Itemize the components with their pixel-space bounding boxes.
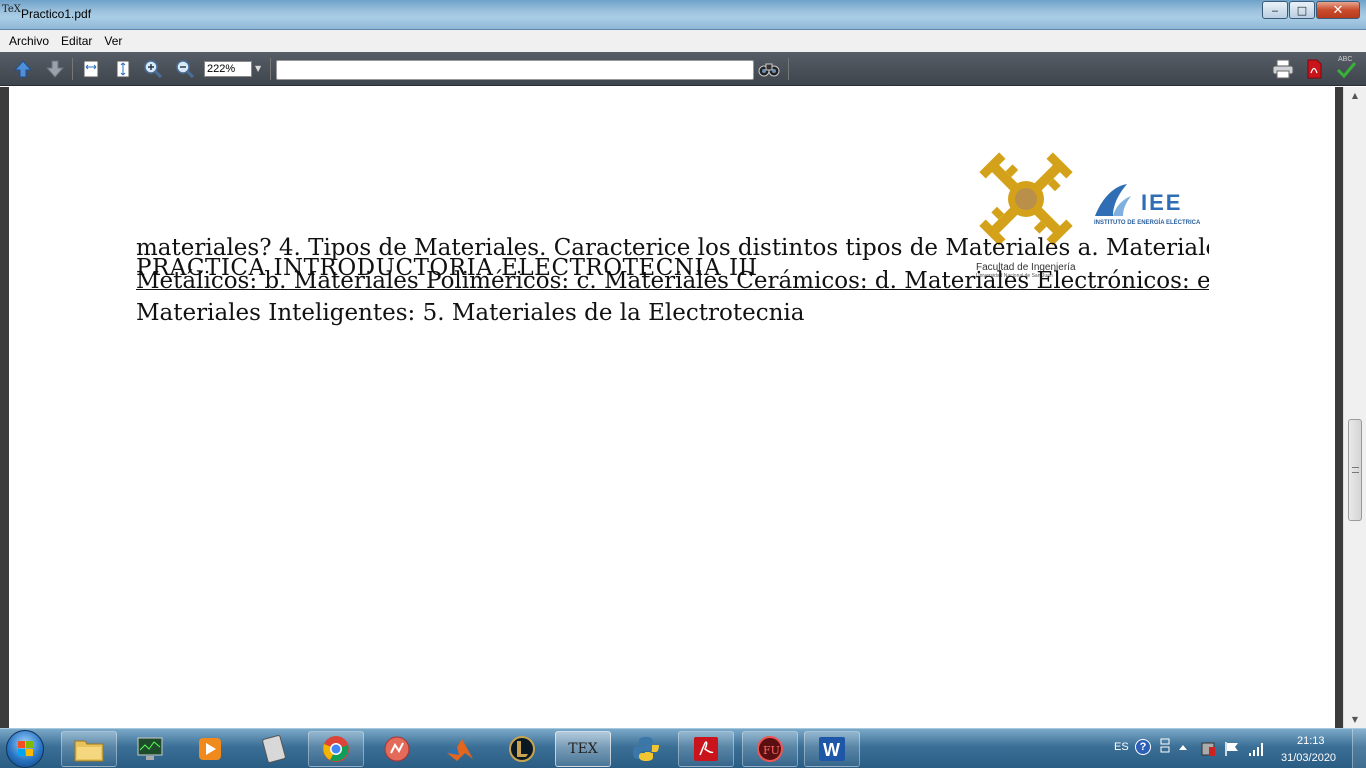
action-center-flag-icon[interactable] (1224, 741, 1240, 757)
network-signal-icon[interactable] (1248, 741, 1264, 757)
start-button[interactable] (6, 730, 44, 768)
toolbar-separator (270, 58, 271, 80)
document-text-line-2: Metálicos: b. Materiales Poliméricos: c.… (136, 268, 1209, 294)
pdf-toolbar: 222% ▼ ABC (0, 52, 1366, 86)
word-icon: W (819, 737, 845, 761)
windows-taskbar: TEX FU W ES ? 21:13 31/03/2020 (0, 728, 1366, 769)
print-icon[interactable] (1272, 59, 1294, 79)
taskbar-league-of-legends[interactable] (494, 731, 550, 767)
taskbar-acrobat[interactable] (678, 731, 734, 767)
show-hidden-icons-icon[interactable] (1178, 743, 1188, 751)
texworks-icon: TEX (568, 741, 598, 757)
taskbar-texworks[interactable]: TEX (555, 731, 611, 767)
language-indicator[interactable]: ES (1114, 741, 1129, 753)
toolbar-separator (72, 58, 73, 80)
minimize-button[interactable]: ‒ (1262, 1, 1288, 19)
menu-ver[interactable]: Ver (98, 34, 128, 48)
taskbar-media-player[interactable] (182, 731, 238, 767)
spellcheck-label: ABC (1338, 56, 1353, 63)
app-round-icon: FU (757, 736, 783, 762)
zoom-level-field[interactable]: 222% (204, 61, 252, 77)
scrollbar-thumb[interactable] (1348, 419, 1362, 521)
folder-icon (74, 740, 104, 762)
help-icon[interactable]: ? (1135, 739, 1151, 755)
texworks-app-icon: TeX (2, 4, 21, 15)
scroll-up-icon[interactable]: ▲ (1344, 87, 1366, 104)
viewport-left-border (0, 87, 9, 728)
close-button[interactable]: ✕ (1316, 1, 1360, 19)
search-input[interactable] (276, 60, 754, 80)
language-settings-icon[interactable] (1159, 737, 1171, 757)
heading-underline-rule (136, 289, 1209, 290)
zoom-out-icon[interactable] (175, 59, 195, 79)
taskbar-app-red-round[interactable] (369, 731, 425, 767)
pdf-document-icon[interactable] (1304, 59, 1324, 79)
scrollbar-grip-icon (1352, 467, 1359, 473)
zoom-in-icon[interactable] (143, 59, 163, 79)
taskbar-matlab[interactable] (432, 731, 488, 767)
taskbar-file-explorer[interactable] (61, 731, 117, 767)
scroll-down-icon[interactable]: ▼ (1344, 711, 1366, 728)
monitor-icon (137, 737, 163, 760)
iee-logo-caption: INSTITUTO DE ENERGÍA ELÉCTRICA (1094, 220, 1201, 226)
taskbar-calculator[interactable] (246, 731, 302, 767)
taskbar-python[interactable] (618, 731, 674, 767)
binoculars-search-icon[interactable] (758, 59, 780, 79)
iee-logo-letters: IEE (1141, 190, 1182, 215)
show-desktop-button[interactable] (1352, 729, 1366, 769)
taskbar-chrome[interactable] (308, 731, 364, 767)
windows-logo-icon (18, 741, 33, 756)
acrobat-icon (694, 737, 718, 761)
spellcheck-icon[interactable]: ABC (1334, 56, 1358, 79)
window-controls: ‒ □ ✕ (1261, 1, 1360, 19)
document-text-line-3: Materiales Inteligentes: 5. Materiales d… (136, 300, 805, 326)
menu-editar[interactable]: Editar (55, 34, 98, 48)
vertical-scrollbar[interactable]: ▲ ▼ (1343, 87, 1366, 728)
viewport-right-border (1335, 87, 1343, 728)
matlab-icon (447, 739, 473, 761)
python-icon (633, 737, 659, 761)
maximize-button[interactable]: □ (1289, 1, 1315, 19)
previous-page-icon[interactable] (13, 59, 33, 79)
fi-logo-core (1015, 188, 1037, 210)
toolbar-separator (788, 58, 789, 80)
chrome-icon (323, 736, 349, 762)
iee-logo-icon: IEE (1095, 184, 1182, 216)
window-title: Practico1.pdf (21, 7, 92, 21)
clock-time[interactable]: 21:13 (1297, 735, 1325, 747)
menu-bar: Archivo Editar Ver (0, 30, 1366, 52)
calculator-icon (262, 735, 286, 763)
fit-width-icon[interactable] (81, 59, 101, 79)
zoom-dropdown-icon[interactable]: ▼ (255, 61, 265, 77)
device-tray-icon[interactable] (1200, 740, 1216, 758)
app-icon (384, 736, 410, 762)
menu-archivo[interactable]: Archivo (3, 34, 55, 48)
next-page-icon[interactable] (45, 59, 65, 79)
media-player-icon (199, 738, 221, 760)
fit-page-icon[interactable] (113, 59, 133, 79)
svg-text:FU: FU (763, 744, 780, 757)
word-icon-letter: W (823, 740, 840, 760)
taskbar-fiuba-app[interactable]: FU (742, 731, 798, 767)
title-bar: TeX Practico1.pdf ‒ □ ✕ (0, 0, 1366, 30)
clock-date[interactable]: 31/03/2020 (1281, 752, 1336, 764)
taskbar-word[interactable]: W (804, 731, 860, 767)
taskbar-task-manager[interactable] (122, 731, 178, 767)
pdf-viewport[interactable]: Facultad de Ingeniería Universidad Nacio… (0, 87, 1366, 728)
league-icon (509, 736, 535, 762)
